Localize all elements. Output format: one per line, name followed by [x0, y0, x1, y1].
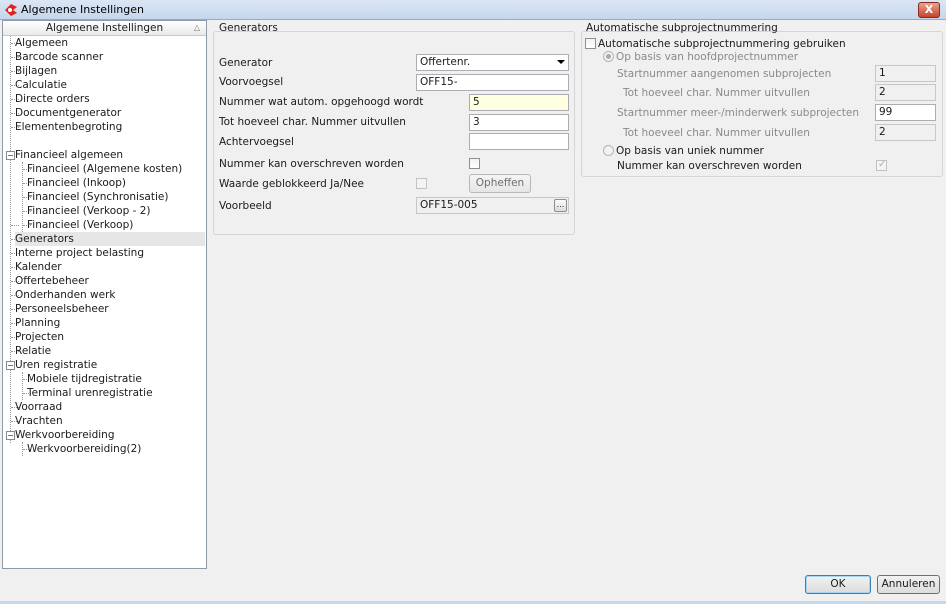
- tree-item-planning[interactable]: Planning: [15, 316, 60, 330]
- tree-item-financieel-synchronisatie[interactable]: Financieel (Synchronisatie): [27, 190, 168, 204]
- close-button[interactable]: X: [918, 2, 940, 18]
- geblokkeerd-label: Waarde geblokkeerd Ja/Nee: [219, 178, 364, 190]
- tot-hoeveel-input[interactable]: 3: [469, 114, 569, 131]
- tree-item-interne-project-belasting[interactable]: Interne project belasting: [15, 246, 144, 260]
- auto-group-title: Automatische subprojectnummering: [586, 22, 778, 34]
- tree-item-financieel-verkoop[interactable]: Financieel (Verkoop): [27, 218, 133, 232]
- tree-item-terminal-urenregistratie[interactable]: Terminal urenregistratie: [27, 386, 153, 400]
- tot-hoeveel-1-label: Tot hoeveel char. Nummer uitvullen: [623, 87, 810, 99]
- tree-item-bijlagen[interactable]: Bijlagen: [15, 64, 57, 78]
- start-meer-label: Startnummer meer-/minderwerk subprojecte…: [617, 107, 860, 119]
- tree-item-kalender[interactable]: Kalender: [15, 260, 62, 274]
- voorvoegsel-input[interactable]: OFF15-: [416, 74, 569, 91]
- uniek-nummer-radio[interactable]: [603, 145, 614, 156]
- tree-item-financieel-algemene-kosten[interactable]: Financieel (Algemene kosten): [27, 162, 182, 176]
- tree-item-calculatie[interactable]: Calculatie: [15, 78, 67, 92]
- collapse-icon[interactable]: −: [6, 431, 15, 440]
- generator-label: Generator: [219, 57, 273, 69]
- tree-item-financieel-inkoop[interactable]: Financieel (Inkoop): [27, 176, 126, 190]
- title-bar: Algemene Instellingen X: [0, 0, 946, 20]
- start-meer-input[interactable]: 99: [875, 104, 936, 121]
- app-icon: [5, 4, 17, 16]
- tree-item-projecten[interactable]: Projecten: [15, 330, 64, 344]
- tree-header[interactable]: Algemene Instellingen △: [3, 21, 206, 36]
- tree-item-financieel-verkoop-2[interactable]: Financieel (Verkoop - 2): [27, 204, 151, 218]
- ellipsis-button[interactable]: ...: [554, 199, 567, 212]
- annuleren-button[interactable]: Annuleren: [877, 575, 940, 594]
- tree-item-generators[interactable]: Generators: [15, 232, 205, 246]
- tree-item-werkvoorbereiding[interactable]: Werkvoorbereiding: [15, 428, 115, 442]
- tree-item-financieel-algemeen[interactable]: Financieel algemeen: [15, 148, 123, 162]
- tree-item-uren-registratie[interactable]: Uren registratie: [15, 358, 97, 372]
- generators-group-title: Generators: [219, 22, 278, 34]
- overschrijven-label: Nummer kan overschreven worden: [219, 158, 404, 170]
- tree-item-werkvoorbereiding-2[interactable]: Werkvoorbereiding(2): [27, 442, 141, 456]
- tree-header-label: Algemene Instellingen: [45, 22, 164, 34]
- tree-item-barcode-scanner[interactable]: Barcode scanner: [15, 50, 103, 64]
- achtervoegsel-label: Achtervoegsel: [219, 136, 294, 148]
- tree-item-elementenbegroting[interactable]: Elementenbegroting: [15, 120, 122, 134]
- opheffen-button[interactable]: Opheffen: [469, 174, 531, 193]
- tree-item-voorraad[interactable]: Voorraad: [15, 400, 62, 414]
- window-title: Algemene Instellingen: [21, 3, 144, 16]
- hoofdprojectnummer-radio[interactable]: [603, 51, 614, 62]
- tree-item-vrachten[interactable]: Vrachten: [15, 414, 63, 428]
- tot-hoeveel-2-input[interactable]: 2: [875, 124, 936, 141]
- tree-item-personeelsbeheer[interactable]: Personeelsbeheer: [15, 302, 109, 316]
- hoofdprojectnummer-label: Op basis van hoofdprojectnummer: [616, 51, 799, 63]
- check-icon: ✓: [878, 159, 887, 170]
- tree-connector: [22, 372, 23, 400]
- geblokkeerd-checkbox[interactable]: [416, 178, 427, 189]
- tree-item-relatie[interactable]: Relatie: [15, 344, 51, 358]
- voorbeeld-label: Voorbeeld: [219, 200, 272, 212]
- overschrijven-checkbox[interactable]: [469, 158, 480, 169]
- nummer-input[interactable]: 5: [469, 94, 569, 111]
- tot-hoeveel-label: Tot hoeveel char. Nummer uitvullen: [219, 116, 406, 128]
- uniek-nummer-label: Op basis van uniek nummer: [616, 145, 764, 157]
- nummer-label: Nummer wat autom. opgehoogd wordt: [219, 96, 424, 108]
- start-aangenomen-input[interactable]: 1: [875, 65, 936, 82]
- voorbeeld-field: OFF15-005 ...: [416, 197, 569, 214]
- tree-item-documentgenerator[interactable]: Documentgenerator: [15, 106, 121, 120]
- auto-overschrijven-checkbox[interactable]: ✓: [876, 159, 887, 171]
- gebruiken-label: Automatische subprojectnummering gebruik…: [598, 38, 846, 50]
- tree-item-algemeen[interactable]: Algemeen: [15, 36, 68, 50]
- sort-icon: △: [193, 23, 200, 32]
- voorvoegsel-label: Voorvoegsel: [219, 76, 284, 88]
- tree-item-mobiele-tijdregistratie[interactable]: Mobiele tijdregistratie: [27, 372, 142, 386]
- collapse-icon[interactable]: −: [6, 151, 15, 160]
- tot-hoeveel-2-label: Tot hoeveel char. Nummer uitvullen: [623, 127, 810, 139]
- generator-dropdown[interactable]: Offertenr.: [416, 54, 569, 71]
- collapse-icon[interactable]: −: [6, 361, 15, 370]
- tree-item-directe-orders[interactable]: Directe orders: [15, 92, 90, 106]
- tree-connector: [11, 225, 19, 226]
- tree-item-onderhanden-werk[interactable]: Onderhanden werk: [15, 288, 115, 302]
- tot-hoeveel-1-input[interactable]: 2: [875, 84, 936, 101]
- voorbeeld-value: OFF15-005: [420, 199, 478, 211]
- chevron-down-icon: [557, 60, 565, 64]
- generator-dropdown-value: Offertenr.: [420, 56, 471, 68]
- achtervoegsel-input[interactable]: [469, 133, 569, 150]
- ok-button[interactable]: OK: [805, 575, 871, 594]
- auto-overschrijven-label: Nummer kan overschreven worden: [617, 160, 802, 172]
- gebruiken-checkbox[interactable]: [585, 38, 596, 49]
- start-aangenomen-label: Startnummer aangenomen subprojecten: [617, 68, 832, 80]
- tree-item-offertebeheer[interactable]: Offertebeheer: [15, 274, 89, 288]
- settings-tree[interactable]: Algemene Instellingen △ − − − Algemeen B…: [2, 20, 207, 569]
